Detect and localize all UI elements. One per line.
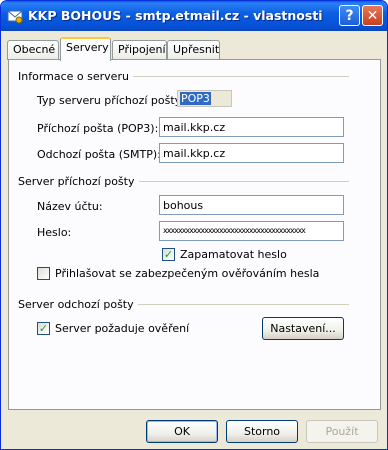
properties-dialog: KKP BOHOUS - smtp.etmail.cz - vlastnosti… <box>0 0 388 450</box>
group-divider <box>134 304 349 305</box>
group-divider <box>139 181 349 182</box>
ok-button[interactable]: OK <box>146 420 218 443</box>
password-input[interactable]: xxxxxxxxxxxxxxxxxxxxxxxxxxxxxxxxxxxxxx <box>159 221 344 241</box>
outgoing-server-input[interactable] <box>159 143 344 163</box>
tab-upresnit[interactable]: Upřesnit <box>167 40 220 60</box>
account-name-label: Název účtu: <box>37 200 103 213</box>
mail-account-icon <box>7 10 23 24</box>
checkmark-icon: ✓ <box>38 322 49 335</box>
window-title: KKP BOHOUS - smtp.etmail.cz - vlastnosti <box>28 8 323 23</box>
close-button[interactable]: ✕ <box>362 5 383 26</box>
password-label: Heslo: <box>37 226 72 239</box>
checkmark-icon: ✓ <box>163 248 174 261</box>
tab-obecne[interactable]: Obecné <box>7 40 59 60</box>
incoming-type-field: POP3 <box>177 90 232 107</box>
tab-servery[interactable]: Servery <box>60 37 111 61</box>
title-bar[interactable]: KKP BOHOUS - smtp.etmail.cz - vlastnosti… <box>1 1 387 31</box>
apply-button[interactable]: Použít <box>306 420 378 443</box>
server-requires-auth-checkbox[interactable]: ✓ <box>37 322 50 335</box>
cancel-button[interactable]: Storno <box>226 420 298 443</box>
outgoing-settings-button[interactable]: Nastavení... <box>262 317 344 340</box>
secure-password-auth-checkbox[interactable] <box>37 267 50 280</box>
outgoing-server-group-title: Server odchozí pošty <box>18 298 138 311</box>
help-icon: ? <box>345 7 354 24</box>
secure-password-auth-label[interactable]: Přihlašovat se zabezpečeným ověřováním h… <box>55 267 319 280</box>
server-requires-auth-label[interactable]: Server požaduje ověření <box>55 322 189 335</box>
help-button[interactable]: ? <box>339 5 360 26</box>
incoming-server-group-title: Server příchozí pošty <box>18 175 139 188</box>
close-icon: ✕ <box>366 7 379 24</box>
server-info-group-title: Informace o serveru <box>18 70 133 83</box>
incoming-type-label: Typ serveru příchozí pošty: <box>37 94 185 107</box>
outgoing-server-label: Odchozí pošta (SMTP): <box>37 148 161 161</box>
tab-pripojeni[interactable]: Připojení <box>112 40 167 60</box>
servers-panel: Informace o serveru Typ serveru příchozí… <box>8 59 381 410</box>
incoming-server-label: Příchozí pošta (POP3): <box>37 122 159 135</box>
account-name-input[interactable] <box>159 195 344 215</box>
incoming-server-input[interactable] <box>159 117 344 137</box>
remember-password-label[interactable]: Zapamatovat heslo <box>180 248 287 261</box>
remember-password-checkbox[interactable]: ✓ <box>162 248 175 261</box>
